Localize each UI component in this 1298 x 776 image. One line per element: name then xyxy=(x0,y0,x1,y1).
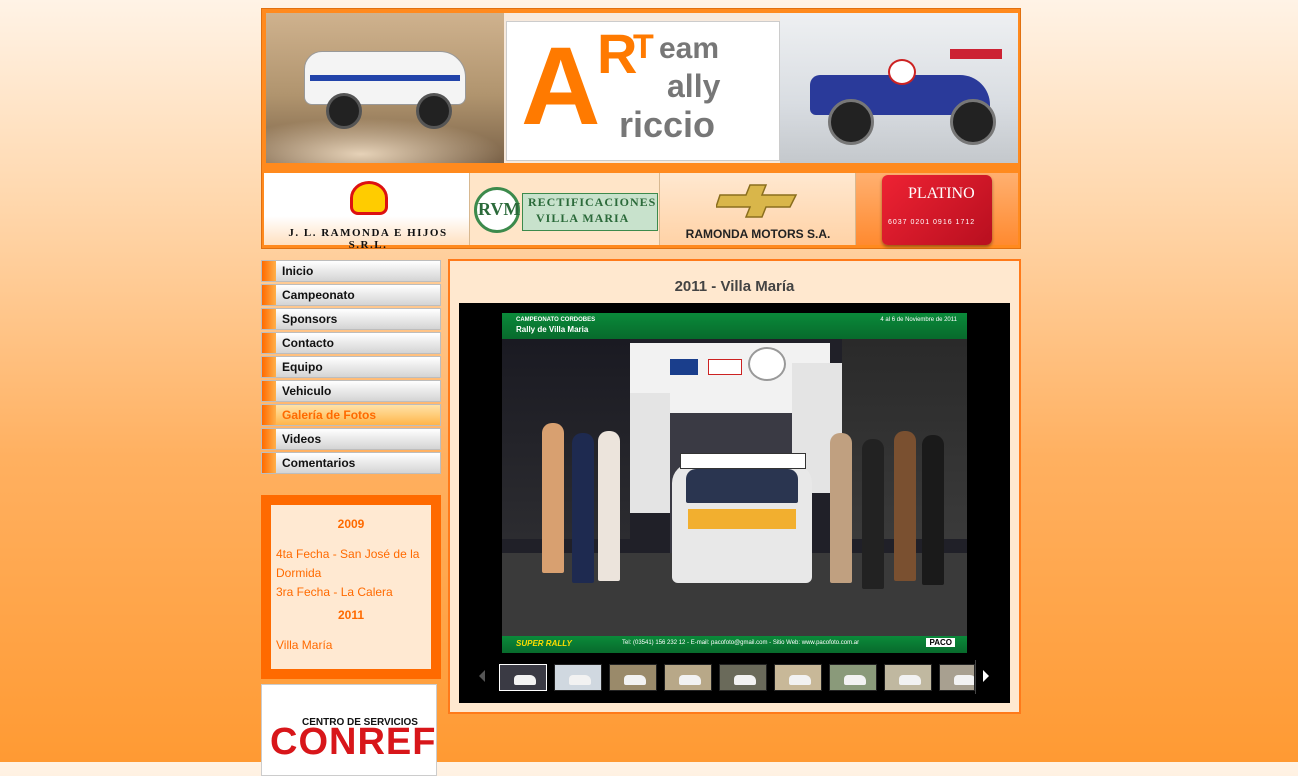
thumbnail[interactable] xyxy=(499,664,547,691)
chevrolet-bowtie-icon xyxy=(716,184,798,218)
thumbnail[interactable] xyxy=(719,664,767,691)
sponsor-platino[interactable]: PLATINO 6037 0201 0916 1712 xyxy=(856,173,1018,245)
nav-item-campeonato[interactable]: Campeonato xyxy=(261,284,441,306)
conref-logo: CONREF xyxy=(270,721,437,763)
nav-label: Sponsors xyxy=(282,312,338,326)
nav-label: Comentarios xyxy=(282,456,356,470)
logo-letter-a: A xyxy=(521,25,601,148)
banner-photos: A R T eam ally riccio xyxy=(266,13,1018,163)
logo-word-team: eam xyxy=(659,32,720,65)
nav-label: Inicio xyxy=(282,264,314,278)
next-arrow-icon[interactable] xyxy=(983,670,989,682)
main-photo[interactable]: CAMPEONATO CORDOBES Rally de Villa Maria… xyxy=(502,313,967,653)
nav-item-videos[interactable]: Videos xyxy=(261,428,441,450)
logo-word-rally: ally xyxy=(667,68,721,104)
thumbnail[interactable] xyxy=(774,664,822,691)
thumbnail[interactable] xyxy=(829,664,877,691)
team-logo: A R T eam ally riccio xyxy=(506,21,780,161)
thumbnail[interactable] xyxy=(609,664,657,691)
nav-label: Galería de Fotos xyxy=(282,408,377,422)
photo-banner: CAMPEONATO CORDOBES Rally de Villa Maria… xyxy=(502,313,967,339)
card-number: 6037 0201 0916 1712 xyxy=(888,219,976,226)
gallery-link[interactable]: Villa María xyxy=(276,636,426,655)
thumbnail-strip xyxy=(459,660,1010,694)
nav-label: Equipo xyxy=(282,360,323,374)
main-nav: Inicio Campeonato Sponsors Contacto Equi… xyxy=(261,260,441,476)
thumbnail[interactable] xyxy=(554,664,602,691)
gallery-content: 2011 - Villa María CAMPEONATO CORDOBES R… xyxy=(448,259,1021,714)
formula-car-image xyxy=(780,13,1018,163)
year-heading: 2009 xyxy=(337,517,365,531)
sponsor-strip: J. L. RAMONDA E HIJOS S.R.L. RVM RECTIFI… xyxy=(262,169,1020,251)
nav-item-galeria[interactable]: Galería de Fotos xyxy=(261,404,441,426)
nav-item-contacto[interactable]: Contacto xyxy=(261,332,441,354)
shell-logo-icon xyxy=(350,181,388,215)
photo-footer: SUPER RALLY Tel: (03541) 156 232 12 - E-… xyxy=(502,636,967,653)
thumbnail[interactable] xyxy=(939,664,975,691)
conref-ad[interactable]: CENTRO DE SERVICIOS CONREF xyxy=(261,684,437,776)
sponsor-ramonda-hijos[interactable]: J. L. RAMONDA E HIJOS S.R.L. xyxy=(264,173,470,251)
gallery-link[interactable]: 3ra Fecha - La Calera xyxy=(276,583,426,602)
nav-item-sponsors[interactable]: Sponsors xyxy=(261,308,441,330)
sponsor-rectificaciones[interactable]: RVM RECTIFICACIONES VILLA MARIA xyxy=(470,173,660,245)
rally-car-image xyxy=(266,13,504,163)
header-banner: A R T eam ally riccio J. L. RAMONDA E HI… xyxy=(261,8,1021,251)
logo-letter-t: T xyxy=(633,28,654,66)
year-heading: 2011 xyxy=(337,608,365,622)
thumbnail[interactable] xyxy=(884,664,932,691)
rvm-initials: RVM xyxy=(478,199,521,219)
prev-arrow-icon[interactable] xyxy=(479,670,485,682)
sponsor-name: RAMONDA MOTORS S.A. xyxy=(685,227,831,241)
sponsor-name: J. L. RAMONDA E HIJOS S.R.L. xyxy=(288,227,448,251)
logo-letter-r: R xyxy=(597,22,638,85)
gallery-link[interactable]: 4ta Fecha - San José de la Dormida xyxy=(276,545,426,583)
nav-label: Campeonato xyxy=(282,288,355,302)
nav-item-equipo[interactable]: Equipo xyxy=(261,356,441,378)
nav-label: Vehiculo xyxy=(282,384,332,398)
credit-card-icon: PLATINO 6037 0201 0916 1712 xyxy=(882,175,992,245)
nav-item-comentarios[interactable]: Comentarios xyxy=(261,452,441,474)
logo-word-ariccio: riccio xyxy=(619,104,716,145)
nav-label: Videos xyxy=(282,432,322,446)
nav-label: Contacto xyxy=(282,336,334,350)
gallery-menu: 2009 4ta Fecha - San José de la Dormida … xyxy=(261,495,441,679)
page-title: 2011 - Villa María xyxy=(674,278,795,295)
nav-item-vehiculo[interactable]: Vehiculo xyxy=(261,380,441,402)
sponsor-ramonda-motors[interactable]: RAMONDA MOTORS S.A. xyxy=(660,173,856,245)
nav-item-inicio[interactable]: Inicio xyxy=(261,260,441,282)
photo-viewer: CAMPEONATO CORDOBES Rally de Villa Maria… xyxy=(459,303,1010,703)
card-brand: PLATINO xyxy=(908,185,975,202)
sponsor-line1: RECTIFICACIONES xyxy=(528,195,657,209)
thumbnail[interactable] xyxy=(664,664,712,691)
sponsor-line2: VILLA MARIA xyxy=(536,211,630,225)
